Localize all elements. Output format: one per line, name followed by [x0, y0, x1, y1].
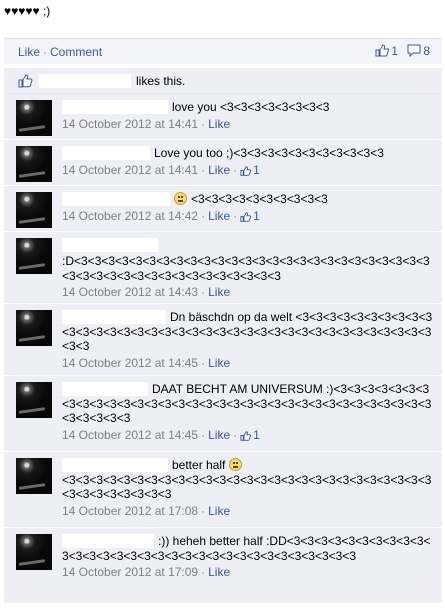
comment-count-button[interactable]: 8: [407, 44, 430, 58]
avatar[interactable]: [16, 100, 52, 136]
comment-time[interactable]: 14 October 2012 at 14:43: [62, 285, 198, 299]
post-actions: Like · Comment: [18, 45, 102, 59]
comment-text: :D<3<3<3<3<3<3<3<3<3<3<3<3<3<3<3<3<3<3<3…: [62, 254, 430, 283]
separator-dot: ·: [201, 208, 206, 223]
comment-text: love you <3<3<3<3<3<3<3<3: [172, 100, 330, 114]
comment-item: <3<3<3<3<3<3<3<3<3<3 14 October 2012 at …: [4, 186, 442, 232]
redacted-author-name[interactable]: [62, 458, 168, 472]
separator-dot: ·: [233, 427, 238, 442]
like-link[interactable]: Like: [18, 45, 40, 59]
like-count-button[interactable]: 1: [375, 44, 401, 58]
comment-like-link[interactable]: Like: [208, 428, 230, 442]
comment-time[interactable]: 14 October 2012 at 14:45: [62, 356, 198, 370]
comment-item: :)) heheh better half :DD<3<3<3<3<3<3<3<…: [4, 528, 442, 604]
comment-text: better half: [172, 458, 226, 472]
separator-dot: ·: [201, 116, 206, 131]
comment-like-count[interactable]: 1: [240, 163, 260, 177]
comment-text-line: DAAT BECHT AM UNIVERSUM :)<3<3<3<3<3<3<3…: [62, 382, 436, 426]
separator-dot: ·: [201, 503, 206, 518]
comment-time[interactable]: 14 October 2012 at 14:42: [62, 209, 198, 223]
comment-link[interactable]: Comment: [50, 45, 102, 59]
redacted-author-name[interactable]: [62, 192, 170, 206]
comment-like-link[interactable]: Like: [208, 285, 230, 299]
separator-dot: ·: [233, 162, 238, 177]
avatar[interactable]: [16, 192, 52, 228]
comment-bubble-icon: [407, 44, 421, 57]
thumbs-up-icon: [240, 430, 252, 441]
comment-item: :D<3<3<3<3<3<3<3<3<3<3<3<3<3<3<3<3<3<3<3…: [4, 232, 442, 304]
comment-like-count[interactable]: 1: [240, 428, 260, 442]
avatar[interactable]: [16, 382, 52, 418]
avatar[interactable]: [16, 146, 52, 182]
comment-item: better half <3<3<3<3<3<3<3<3<3<3<3<3<3<3…: [4, 452, 442, 528]
likes-bar: likes this.: [4, 68, 442, 94]
post-actions-bar: Like · Comment 1 8: [4, 38, 442, 64]
comment-meta: 14 October 2012 at 14:42 · Like · 1: [62, 209, 436, 223]
comment-meta: 14 October 2012 at 14:41 · Like: [62, 117, 436, 131]
comment-like-link[interactable]: Like: [208, 565, 230, 579]
comment-like-link[interactable]: Like: [208, 117, 230, 131]
comment-like-link[interactable]: Like: [208, 163, 230, 177]
redacted-liker-name[interactable]: [39, 74, 131, 88]
comment-text-line: Love you too ;)<3<3<3<3<3<3<3<3<3<3<3: [62, 146, 436, 161]
separator-dot: ·: [233, 208, 238, 223]
thumbs-up-icon: [240, 165, 252, 176]
comment-text: Love you too ;)<3<3<3<3<3<3<3<3<3<3<3: [154, 146, 384, 160]
comment-like-link[interactable]: Like: [208, 356, 230, 370]
comment-time[interactable]: 14 October 2012 at 14:41: [62, 117, 198, 131]
redacted-author-name[interactable]: [62, 310, 166, 324]
comment-text-line: love you <3<3<3<3<3<3<3<3: [62, 100, 436, 115]
comment-meta: 14 October 2012 at 17:09 · Like: [62, 565, 436, 579]
separator-dot: ·: [201, 565, 206, 579]
redacted-author-name[interactable]: [62, 100, 168, 114]
comment-time[interactable]: 14 October 2012 at 14:41: [62, 163, 198, 177]
comment-meta: 14 October 2012 at 14:43 · Like: [62, 285, 436, 299]
comment-text: <3<3<3<3<3<3<3<3<3<3: [191, 192, 328, 206]
avatar[interactable]: [16, 534, 52, 570]
comment-meta: 14 October 2012 at 14:45 · Like: [62, 356, 436, 370]
like-count: 1: [391, 44, 398, 58]
comment-like-link[interactable]: Like: [208, 209, 230, 223]
separator-dot: ·: [201, 427, 206, 442]
comment-item: Dn bäschdn op da welt <3<3<3<3<3<3<3<3<3…: [4, 304, 442, 376]
comment-text-line: better half <3<3<3<3<3<3<3<3<3<3<3<3<3<3…: [62, 458, 436, 502]
comment-time[interactable]: 14 October 2012 at 17:08: [62, 504, 198, 518]
smiley-emoticon-icon: [228, 458, 242, 471]
post-counts: 1 8: [375, 44, 430, 58]
comment-meta: 14 October 2012 at 17:08 · Like: [62, 504, 436, 518]
redacted-author-name[interactable]: [62, 238, 158, 252]
comment-text: <3<3<3<3<3<3<3<3<3<3<3<3<3<3<3<3<3<3<3<3…: [62, 472, 432, 502]
thumbs-up-icon: [240, 211, 252, 222]
comment-like-link[interactable]: Like: [208, 504, 230, 518]
separator-dot: ·: [201, 285, 206, 299]
avatar[interactable]: [16, 458, 52, 494]
separator-dot: ·: [201, 355, 206, 370]
likes-text: likes this.: [136, 74, 186, 88]
thumbs-up-icon: [18, 74, 33, 88]
comment-text-line: Dn bäschdn op da welt <3<3<3<3<3<3<3<3<3…: [62, 310, 436, 354]
smiley-emoticon-icon: [174, 192, 187, 205]
avatar[interactable]: [16, 238, 52, 274]
comment-meta: 14 October 2012 at 14:45 · Like · 1: [62, 428, 436, 442]
comment-item: DAAT BECHT AM UNIVERSUM :)<3<3<3<3<3<3<3…: [4, 376, 442, 452]
redacted-author-name[interactable]: [62, 382, 148, 396]
comment-time[interactable]: 14 October 2012 at 14:45: [62, 428, 198, 442]
comment-meta: 14 October 2012 at 14:41 · Like · 1: [62, 163, 436, 177]
thumbs-up-icon: [375, 44, 390, 57]
comment-time[interactable]: 14 October 2012 at 17:09: [62, 565, 198, 579]
status-text: ♥♥♥♥♥ ;): [4, 4, 51, 18]
comment-item: Love you too ;)<3<3<3<3<3<3<3<3<3<3<3 14…: [4, 140, 442, 186]
redacted-author-name[interactable]: [62, 534, 154, 548]
comment-like-count[interactable]: 1: [240, 209, 260, 223]
comment-text-line: :D<3<3<3<3<3<3<3<3<3<3<3<3<3<3<3<3<3<3<3…: [62, 238, 436, 283]
comment-text-line: <3<3<3<3<3<3<3<3<3<3: [62, 192, 436, 207]
avatar[interactable]: [16, 310, 52, 346]
comment-text-line: :)) heheh better half :DD<3<3<3<3<3<3<3<…: [62, 534, 436, 563]
comment-count: 8: [423, 44, 430, 58]
separator-dot: ·: [201, 162, 206, 177]
redacted-author-name[interactable]: [62, 146, 150, 160]
separator-dot: ·: [43, 45, 48, 59]
comment-item: love you <3<3<3<3<3<3<3<3 14 October 201…: [4, 94, 442, 140]
